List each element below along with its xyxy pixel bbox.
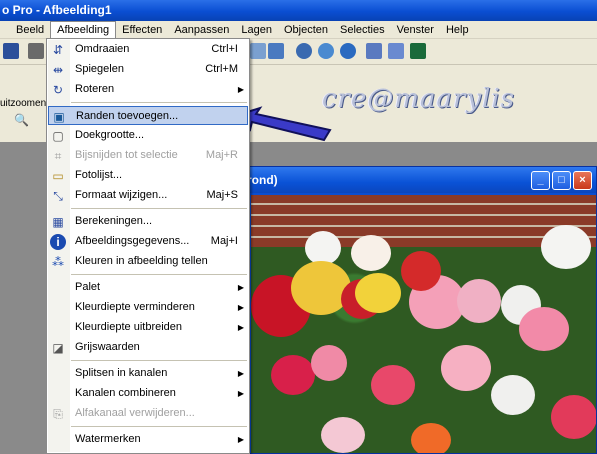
flip-icon: ⇵ [52,43,64,57]
window-title: o Pro - Afbeelding1 [2,3,112,17]
flower [371,365,415,405]
flower [305,231,341,265]
flower [321,417,365,453]
watermark-text: cre@maarylis [322,84,516,114]
menu-item-randen-toevoegen[interactable]: ▣ Randen toevoegen... [48,106,248,125]
picture-frame-icon: ▭ [52,169,64,183]
menu-bar: Beeld Afbeelding Effecten Aanpassen Lage… [0,20,597,39]
menu-aanpassen[interactable]: Aanpassen [168,21,235,39]
menu-item-omdraaien[interactable]: ⇵ Omdraaien Ctrl+I [48,40,248,59]
flower [491,375,535,415]
menu-separator [71,274,247,275]
crop-icon: ⌗ [54,149,62,163]
greyscale-icon: ◪ [52,341,64,355]
png-icon[interactable] [268,43,284,59]
mirror-icon: ⇹ [52,63,64,77]
menu-item-palet[interactable]: Palet ▶ [48,278,248,297]
menu-item-kleuren-tellen[interactable]: ⁂ Kleuren in afbeelding tellen [48,252,248,271]
flower [311,345,347,381]
toolbar-icon-1[interactable] [250,43,266,59]
flower [401,251,441,291]
flower [519,307,569,351]
menu-item-kanalen-combineren[interactable]: Kanalen combineren ▶ [48,384,248,403]
menu-item-berekeningen[interactable]: ▦ Berekeningen... [48,212,248,231]
save-icon[interactable] [3,43,19,59]
flower [551,395,596,439]
menu-separator [71,426,247,427]
info-icon: i [50,234,66,250]
flower [411,423,451,453]
menu-item-formaat-wijzigen[interactable]: ⤡ Formaat wijzigen... Maj+S [48,186,248,205]
grid-icon[interactable] [366,43,382,59]
canvas-size-icon: ▢ [52,129,64,143]
close-button[interactable]: × [573,171,592,190]
flower [441,345,491,391]
browser-icon[interactable] [318,43,334,59]
submenu-arrow-icon: ▶ [237,303,244,312]
menu-lagen[interactable]: Lagen [235,21,278,39]
tool-options-panel: uitzoomen: 🔍 [0,65,50,142]
menu-item-doekgrootte[interactable]: ▢ Doekgrootte... [48,126,248,145]
submenu-arrow-icon: ▶ [237,389,244,398]
zoom-label: uitzoomen: [0,98,49,109]
menu-item-grijswaarden[interactable]: ◪ Grijswaarden [48,338,248,357]
add-borders-icon: ▣ [53,110,65,124]
menu-item-roteren[interactable]: ↻ Roteren ▶ [48,80,248,99]
flower [351,235,391,271]
menu-effecten[interactable]: Effecten [116,21,168,39]
menu-item-fotolijst[interactable]: ▭ Fotolijst... [48,166,248,185]
menu-item-kleurdiepte-verminderen[interactable]: Kleurdiepte verminderen ▶ [48,298,248,317]
submenu-arrow-icon: ▶ [237,369,244,378]
menu-objecten[interactable]: Objecten [278,21,334,39]
flower [457,279,501,323]
title-bar: o Pro - Afbeelding1 [0,0,597,21]
menu-venster[interactable]: Venster [391,21,440,39]
menu-item-spiegelen[interactable]: ⇹ Spiegelen Ctrl+M [48,60,248,79]
submenu-arrow-icon: ▶ [237,85,244,94]
begonia-photo [251,195,596,453]
count-colors-icon: ⁂ [52,255,64,269]
menu-afbeelding[interactable]: Afbeelding [50,20,117,39]
menu-separator [71,102,247,103]
resize-icon: ⤡ [53,189,63,203]
flower [541,225,591,269]
rotate-icon: ↻ [52,83,64,97]
remove-alpha-icon: ⎘ [53,407,63,421]
maximize-button[interactable]: □ [552,171,571,190]
minimize-button[interactable]: _ [531,171,550,190]
submenu-arrow-icon: ▶ [237,283,244,292]
calculations-icon: ▦ [52,215,64,229]
menu-separator [71,208,247,209]
dots-icon[interactable] [388,43,404,59]
submenu-arrow-icon: ▶ [237,435,244,444]
menu-item-watermerken[interactable]: Watermerken ▶ [48,430,248,449]
menu-separator [71,360,247,361]
globe-icon[interactable] [296,43,312,59]
print-icon[interactable] [28,43,44,59]
menu-item-kleurdiepte-uitbreiden[interactable]: Kleurdiepte uitbreiden ▶ [48,318,248,337]
flower [355,273,401,313]
menu-beeld[interactable]: Beeld [0,21,50,39]
zoom-icon[interactable]: 🔍 [14,113,29,127]
flower [271,355,315,395]
menu-help[interactable]: Help [440,21,475,39]
menu-selecties[interactable]: Selecties [334,21,391,39]
menu-item-splitsen-kanalen[interactable]: Splitsen in kanalen ▶ [48,364,248,383]
menu-item-afbeeldingsgegevens[interactable]: i Afbeeldingsgegevens... Maj+I [48,232,248,251]
menu-item-alfakanaal-verwijderen[interactable]: ⎘ Alfakanaal verwijderen... [48,404,248,423]
submenu-arrow-icon: ▶ [237,323,244,332]
menu-item-bijsnijden[interactable]: ⌗ Bijsnijden tot selectie Maj+R [48,146,248,165]
document-window: rond) _ □ × [238,166,597,454]
camera-icon[interactable] [340,43,356,59]
screenshot-icon[interactable] [410,43,426,59]
afbeelding-menu: ⇵ Omdraaien Ctrl+I ⇹ Spiegelen Ctrl+M ↻ … [46,38,250,454]
